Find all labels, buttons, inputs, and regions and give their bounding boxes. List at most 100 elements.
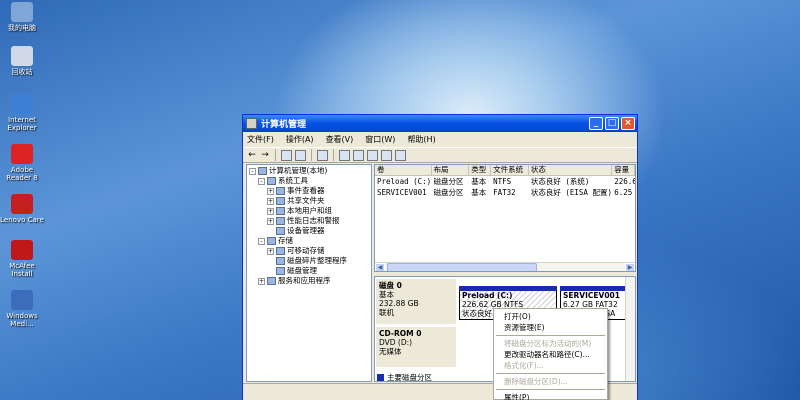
toolbar-separator <box>275 149 276 161</box>
desktop-icon-label: Lenovo Care <box>0 216 44 224</box>
help-icon[interactable] <box>339 149 350 161</box>
tree-item[interactable]: + 共享文件夹 <box>247 196 371 206</box>
column-header[interactable]: 布局 <box>432 165 470 175</box>
forward-arrow-icon[interactable]: → <box>260 150 270 161</box>
context-menu-item[interactable]: 资源管理(E) <box>494 322 607 333</box>
expand-toggle-icon[interactable]: - <box>258 237 265 245</box>
menu-item[interactable]: 帮助(H) <box>407 134 435 145</box>
menu-item[interactable]: 操作(A) <box>286 134 314 145</box>
legend: 主要磁盘分区 <box>377 372 432 383</box>
tree-node-icon <box>276 187 285 195</box>
disk-name: CD-ROM 0 <box>379 329 422 338</box>
back-arrow-icon[interactable]: ← <box>247 150 257 161</box>
desktop-icon-image <box>11 240 33 260</box>
vertical-scrollbar[interactable] <box>625 277 635 381</box>
cdrom-0-label[interactable]: CD-ROM 0 DVD (D:) 无媒体 <box>376 327 456 367</box>
desktop-icon[interactable]: McAfee Install <box>0 240 44 278</box>
table-cell: NTFS <box>493 177 512 186</box>
tree-node-icon <box>276 197 285 205</box>
tree-item-label: 事件查看器 <box>287 186 325 195</box>
context-menu-item[interactable]: 删除磁盘分区(D)... <box>494 376 607 387</box>
menu-bar: 文件(F) 操作(A) 查看(V) 窗口(W) 帮助(H) <box>243 132 637 147</box>
expand-toggle-icon[interactable]: + <box>267 197 274 205</box>
toolbar: ← → <box>243 147 637 163</box>
maximize-button[interactable]: □ <box>605 117 619 130</box>
properties-icon[interactable] <box>317 149 328 161</box>
explore-icon[interactable] <box>367 149 378 161</box>
expand-toggle-icon[interactable]: + <box>258 277 265 285</box>
tree-item[interactable]: + 服务和应用程序 <box>247 276 371 286</box>
expand-toggle-icon[interactable]: + <box>267 187 274 195</box>
disk-name: 磁盘 0 <box>379 281 402 290</box>
tree-item[interactable]: + 性能日志和警报 <box>247 216 371 226</box>
desktop-icon[interactable]: Lenovo Care <box>0 194 44 224</box>
desktop-icon-image <box>11 194 33 214</box>
expand-toggle-icon[interactable]: + <box>267 217 274 225</box>
desktop-icon[interactable]: Adobe Reader 8 <box>0 144 44 182</box>
column-header[interactable]: 类型 <box>469 165 492 175</box>
desktop-icon[interactable]: 我的电脑 <box>0 2 44 32</box>
expand-toggle-icon[interactable]: - <box>249 167 256 175</box>
tree-item[interactable]: - 存储 <box>247 236 371 246</box>
tree-item[interactable]: + 可移动存储 <box>247 246 371 256</box>
show-hide-tree-icon[interactable] <box>295 149 306 161</box>
menu-item[interactable]: 文件(F) <box>247 134 274 145</box>
expand-toggle-icon[interactable]: + <box>267 207 274 215</box>
context-menu-item[interactable]: 格式化(F)... <box>494 360 607 371</box>
tree-item[interactable]: 设备管理器 <box>247 226 371 236</box>
table-cell: 基本 <box>471 188 487 197</box>
menu-separator <box>496 373 605 374</box>
table-row[interactable]: SERVICEV001 磁盘分区 基本 FAT32 状态良好 (EISA 配置) 6.25… <box>375 187 635 198</box>
menu-item[interactable]: 查看(V) <box>326 134 354 145</box>
expand-toggle-icon[interactable]: - <box>258 177 265 185</box>
disk-type: 基本 <box>379 290 394 299</box>
table-row[interactable]: Preload (C:)磁盘分区基本 NTFS 状态良好 (系统) 226.62 <box>375 176 635 187</box>
up-folder-icon[interactable] <box>281 149 292 161</box>
close-button[interactable]: × <box>621 117 635 130</box>
tree-item[interactable]: + 事件查看器 <box>247 186 371 196</box>
desktop-icon[interactable]: 回收站 <box>0 46 44 76</box>
desktop-icon[interactable]: Internet Explorer <box>0 94 44 132</box>
scroll-left-icon[interactable]: ◀ <box>375 263 385 271</box>
scroll-right-icon[interactable]: ▶ <box>625 263 635 271</box>
column-header[interactable]: 状态 <box>529 165 613 175</box>
horizontal-scrollbar[interactable]: ◀ ▶ <box>375 262 635 271</box>
title-bar[interactable]: 计算机管理 _ □ × <box>243 115 637 132</box>
tree-item[interactable]: 磁盘碎片整理程序 <box>247 256 371 266</box>
column-header[interactable]: 文件系统 <box>491 165 529 175</box>
table-cell: 226.62 <box>614 177 635 186</box>
minimize-button[interactable]: _ <box>589 117 603 130</box>
desktop-icon-label: McAfee Install <box>9 262 35 278</box>
tree-item-label: 存储 <box>278 236 293 245</box>
context-menu-item[interactable]: 将磁盘分区标为活动的(M) <box>494 338 607 349</box>
tree-item[interactable]: - 计算机管理(本地) <box>247 166 371 176</box>
search-icon[interactable] <box>381 149 392 161</box>
tree-node-icon <box>276 257 285 265</box>
desktop-icon[interactable]: Windows Medi... <box>0 290 44 328</box>
table-cell: 状态良好 (系统) <box>530 177 590 186</box>
open-folder-icon[interactable] <box>353 149 364 161</box>
window-title: 计算机管理 <box>261 120 307 130</box>
menu-item[interactable]: 窗口(W) <box>365 134 395 145</box>
tree-node-icon <box>276 227 285 235</box>
context-menu-item[interactable]: 属性(P) <box>494 392 607 400</box>
context-menu-item[interactable]: 打开(O) <box>494 311 607 322</box>
expand-toggle-icon[interactable]: + <box>267 247 274 255</box>
partition-name: SERVICEV001 <box>563 291 620 300</box>
settings-icon[interactable] <box>395 149 406 161</box>
disk-0-label[interactable]: 磁盘 0 基本 232.88 GB 联机 <box>376 279 456 324</box>
volume-list-header: 卷布局 类型 文件系统 状态 容量 <box>375 165 635 176</box>
desktop-icon-label: 回收站 <box>11 68 33 76</box>
tree-item[interactable]: + 本地用户和组 <box>247 206 371 216</box>
disk-status: 无媒体 <box>379 347 402 356</box>
tree-item[interactable]: - 系统工具 <box>247 176 371 186</box>
context-menu-item[interactable]: 更改驱动器名和路径(C)... <box>494 349 607 360</box>
column-header[interactable]: 容量 <box>612 165 635 175</box>
scroll-thumb[interactable] <box>387 263 537 271</box>
table-cell: SERVICEV001 <box>377 188 427 197</box>
context-menu: 打开(O) 资源管理(E) 将磁盘分区标为活动的(M) 更改驱动器名和路径(C)...… <box>493 308 608 400</box>
tree-item-label: 磁盘管理 <box>287 266 317 275</box>
partition-name: Preload (C:) <box>462 291 513 300</box>
column-header[interactable]: 卷 <box>375 165 432 175</box>
tree-item[interactable]: 磁盘管理 <box>247 266 371 276</box>
